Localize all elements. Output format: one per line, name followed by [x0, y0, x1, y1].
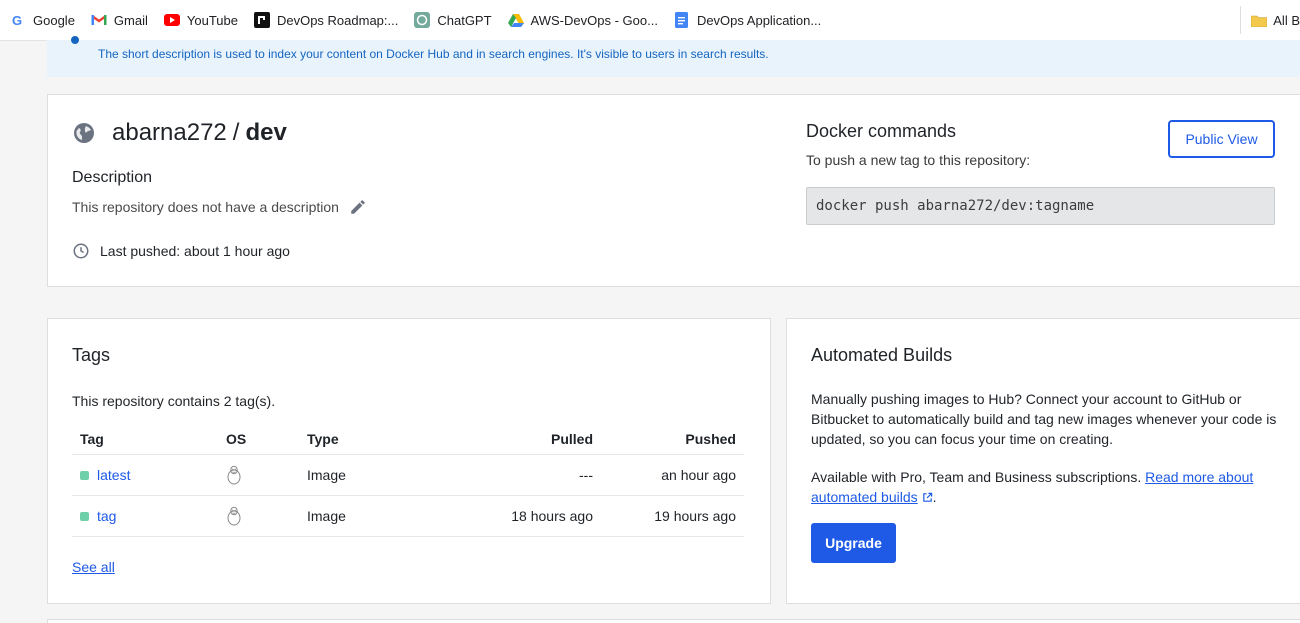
bookmark-label: Google: [33, 12, 75, 28]
bookmark-devops-application[interactable]: DevOps Application...: [668, 6, 827, 34]
bookmark-chatgpt[interactable]: ChatGPT: [408, 6, 497, 34]
pencil-icon[interactable]: [349, 198, 367, 216]
column-header-os: OS: [218, 424, 299, 455]
description-heading: Description: [72, 169, 153, 186]
last-pushed-text: Last pushed: about 1 hour ago: [100, 243, 290, 259]
automated-builds-heading: Automated Builds: [811, 345, 953, 365]
status-dot: [80, 511, 89, 521]
availability-suffix: .: [932, 489, 937, 505]
bookmark-label: DevOps Application...: [696, 12, 822, 28]
linux-icon: [227, 465, 241, 485]
tag-link[interactable]: tag: [80, 508, 210, 524]
banner-text: The short description is used to index y…: [98, 47, 769, 61]
tag-cell: tag: [72, 495, 218, 537]
info-icon: [71, 36, 79, 44]
bookmark-gmail[interactable]: Gmail: [85, 6, 154, 34]
bookmark-label: ChatGPT: [437, 12, 492, 28]
repo-title: abarna272 / dev: [72, 119, 287, 147]
external-link-icon: [922, 492, 932, 502]
tag-cell: latest: [72, 454, 218, 496]
all-bookmarks-label: All B: [1273, 12, 1300, 28]
column-header-tag: Tag: [72, 424, 218, 455]
repo-separator: /: [232, 119, 240, 146]
description-text: This repository does not have a descript…: [72, 199, 339, 215]
bookmark-label: DevOps Roadmap:...: [276, 12, 399, 28]
status-dot: [80, 470, 89, 480]
type-cell: Image: [299, 454, 415, 496]
os-cell: [218, 454, 299, 496]
bookmark-label: Gmail: [113, 12, 148, 28]
repo-name: dev: [245, 119, 287, 146]
last-pushed-row: Last pushed: about 1 hour ago: [72, 242, 290, 260]
table-row: latest Image --- an hour ago: [72, 454, 744, 496]
tag-name: tag: [97, 508, 117, 524]
bookmark-aws-devops[interactable]: AWS-DevOps - Goo...: [502, 6, 664, 34]
pulled-cell: ---: [415, 454, 601, 496]
bookmarks-bar: G Google Gmail YouTube DevOps Roadmap:..…: [0, 0, 1300, 41]
automated-builds-description: Manually pushing images to Hub? Connect …: [811, 391, 1277, 447]
google-icon: G: [10, 12, 26, 28]
drive-icon: [507, 12, 524, 28]
docker-commands-subtitle: To push a new tag to this repository:: [806, 152, 1031, 168]
all-bookmarks-button[interactable]: All B: [1240, 6, 1300, 34]
folder-icon: [1251, 14, 1268, 27]
pushed-cell: 19 hours ago: [601, 495, 744, 537]
chatgpt-icon: [414, 12, 431, 28]
globe-icon: [74, 123, 94, 143]
tags-count-text: This repository contains 2 tag(s).: [72, 393, 276, 409]
public-view-button[interactable]: Public View: [1168, 120, 1275, 158]
column-header-pushed: Pushed: [601, 424, 744, 455]
repo-owner[interactable]: abarna272: [112, 119, 227, 147]
tags-card: Tags This repository contains 2 tag(s). …: [47, 318, 771, 604]
tag-link[interactable]: latest: [80, 467, 210, 483]
youtube-icon: [163, 12, 180, 28]
type-cell: Image: [299, 495, 415, 537]
tags-table: Tag OS Type Pulled Pushed latest Image -…: [72, 424, 744, 537]
column-header-pulled: Pulled: [415, 424, 601, 455]
roadmap-icon: [253, 12, 270, 28]
upgrade-button[interactable]: Upgrade: [811, 523, 896, 563]
bookmark-devops-roadmap[interactable]: DevOps Roadmap:...: [248, 6, 404, 34]
tags-heading: Tags: [72, 345, 111, 365]
see-all-link[interactable]: See all: [72, 559, 115, 575]
svg-text:G: G: [12, 13, 22, 27]
gmail-icon: [91, 12, 107, 28]
info-banner: The short description is used to index y…: [47, 36, 1300, 77]
docker-push-command[interactable]: docker push abarna272/dev:tagname: [806, 187, 1275, 225]
pushed-cell: an hour ago: [601, 454, 744, 496]
repository-card: abarna272 / dev Description This reposit…: [47, 94, 1300, 287]
bookmark-youtube[interactable]: YouTube: [158, 6, 244, 34]
column-header-type: Type: [299, 424, 415, 455]
table-header-row: Tag OS Type Pulled Pushed: [72, 424, 744, 455]
docker-commands-heading: Docker commands: [806, 121, 957, 141]
tag-name: latest: [97, 467, 131, 483]
automated-builds-availability: Available with Pro, Team and Business su…: [811, 467, 1281, 507]
bookmark-label: AWS-DevOps - Goo...: [530, 12, 658, 28]
linux-icon: [227, 506, 241, 526]
bookmark-label: YouTube: [186, 12, 238, 28]
pulled-cell: 18 hours ago: [415, 495, 601, 537]
docs-icon: [674, 12, 690, 28]
availability-text: Available with Pro, Team and Business su…: [811, 469, 1146, 485]
bookmark-google[interactable]: G Google: [4, 6, 81, 34]
clock-icon: [73, 243, 89, 259]
next-card: [47, 619, 1300, 623]
automated-builds-card: Automated Builds Manually pushing images…: [786, 318, 1300, 604]
description-row: This repository does not have a descript…: [72, 198, 367, 216]
os-cell: [218, 495, 299, 537]
table-row: tag Image 18 hours ago 19 hours ago: [72, 495, 744, 537]
